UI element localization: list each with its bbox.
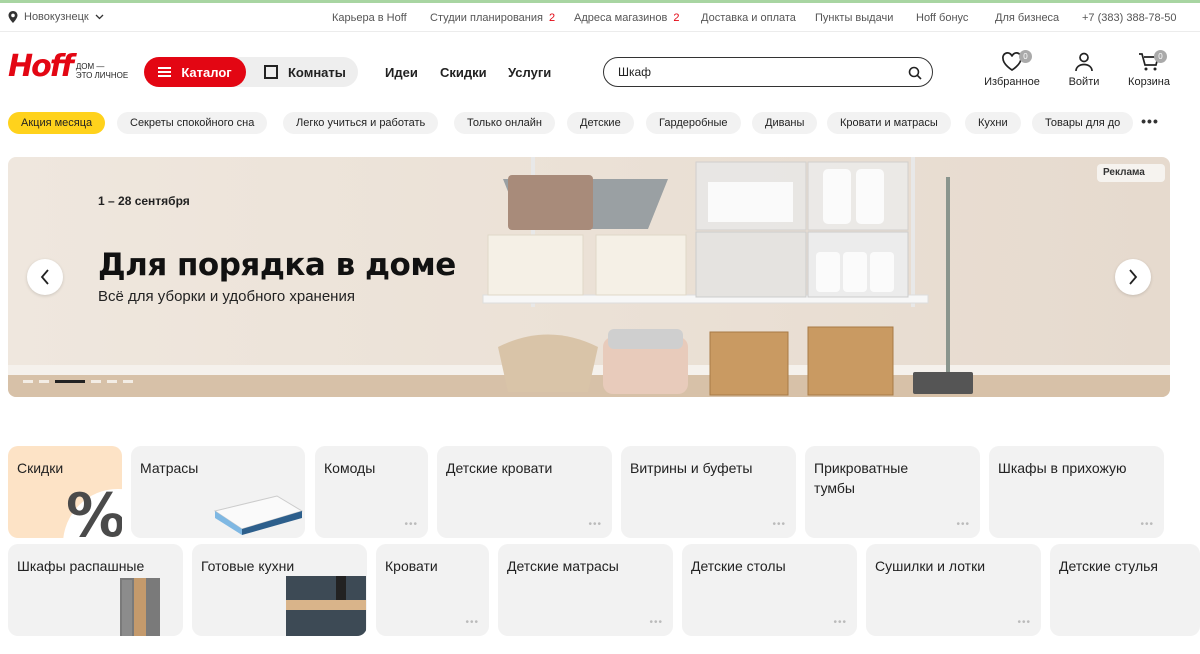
banner-subtitle: Всё для уборки и удобного хранения (98, 288, 355, 305)
category-kids-chairs[interactable]: Детские стулья (1050, 544, 1200, 636)
chip-study-work[interactable]: Легко учиться и работать (283, 112, 439, 134)
util-link-studios[interactable]: Студии планирования 2 (430, 12, 555, 24)
banner-pagination (23, 380, 133, 383)
chevron-left-icon (40, 269, 49, 285)
promo-chips-row: Акция месяца Секреты спокойного сна Легк… (0, 112, 1200, 134)
slide-dot[interactable] (91, 380, 101, 383)
location-pin-icon (8, 11, 18, 23)
loading-dots-icon: ••• (1140, 519, 1154, 530)
banner-title: Для порядка в доме (98, 247, 456, 283)
favorites-button[interactable]: 0 Избранное (977, 50, 1047, 88)
slide-dot[interactable] (123, 380, 133, 383)
slide-dot-active[interactable] (55, 380, 85, 383)
chip-home-goods[interactable]: Товары для до (1032, 112, 1134, 134)
ad-label: Реклама (1097, 164, 1165, 182)
slide-dot[interactable] (23, 380, 33, 383)
util-link-pickup-points[interactable]: Пункты выдачи (815, 12, 893, 24)
loading-dots-icon: ••• (956, 519, 970, 530)
rooms-icon (264, 65, 278, 79)
chip-sofas[interactable]: Диваны (752, 112, 818, 134)
category-dressers[interactable]: Комоды ••• (315, 446, 428, 538)
loading-dots-icon: ••• (649, 617, 663, 628)
category-kids-beds[interactable]: Детские кровати ••• (437, 446, 612, 538)
category-hallway-wardrobes[interactable]: Шкафы в прихожую ••• (989, 446, 1164, 538)
chip-month-promo[interactable]: Акция месяца (8, 112, 106, 134)
banner-prev-button[interactable] (27, 259, 63, 295)
phone-link[interactable]: +7 (383) 388-78-50 (1082, 12, 1176, 24)
user-icon (1075, 52, 1093, 72)
util-link-career[interactable]: Карьера в Hoff (332, 12, 407, 24)
menu-icon (158, 67, 172, 77)
util-link-delivery[interactable]: Доставка и оплата (701, 12, 796, 24)
nav-sales[interactable]: Скидки (440, 65, 487, 80)
nav-ideas[interactable]: Идеи (385, 65, 418, 80)
chip-online-only[interactable]: Только онлайн (454, 112, 555, 134)
search-box[interactable] (603, 57, 933, 87)
hoff-logo[interactable]: Hoff ДОМ — ЭТО ЛИЧНОЕ (8, 52, 128, 82)
util-link-stores[interactable]: Адреса магазинов 2 (574, 12, 679, 24)
category-nightstands[interactable]: Прикроватные тумбы ••• (805, 446, 980, 538)
category-kids-tables[interactable]: Детские столы ••• (682, 544, 857, 636)
mattress-thumbnail (213, 495, 304, 535)
category-sales[interactable]: Скидки % (8, 446, 122, 538)
slide-dot[interactable] (107, 380, 117, 383)
chip-kitchens[interactable]: Кухни (965, 112, 1021, 134)
category-swing-wardrobes[interactable]: Шкафы распашные (8, 544, 183, 636)
kitchen-thumbnail (286, 576, 366, 636)
loading-dots-icon: ••• (588, 519, 602, 530)
promo-banner[interactable]: 1 – 28 сентября Для порядка в доме Всё д… (8, 157, 1170, 397)
utility-bar: Новокузнецк Карьера в Hoff Студии планир… (0, 3, 1200, 32)
cart-count: 0 (1154, 50, 1167, 63)
chip-sleep-secrets[interactable]: Секреты спокойного сна (117, 112, 268, 134)
chevron-right-icon (1129, 269, 1138, 285)
chip-beds-mattresses[interactable]: Кровати и матрасы (827, 112, 951, 134)
chip-wardrobes[interactable]: Гардеробные (646, 112, 741, 134)
category-kids-mattresses[interactable]: Детские матрасы ••• (498, 544, 673, 636)
city-name: Новокузнецк (24, 11, 89, 23)
loading-dots-icon: ••• (465, 617, 479, 628)
loading-dots-icon: ••• (833, 617, 847, 628)
category-ready-kitchens[interactable]: Готовые кухни (192, 544, 367, 636)
banner-date: 1 – 28 сентября (98, 194, 190, 208)
loading-dots-icon: ••• (772, 519, 786, 530)
util-link-bonus[interactable]: Hoff бонус (916, 12, 968, 24)
city-selector[interactable]: Новокузнецк (8, 11, 104, 23)
svg-text:%: % (66, 481, 122, 538)
login-button[interactable]: Войти (1049, 52, 1119, 88)
category-dryers-trays[interactable]: Сушилки и лотки ••• (866, 544, 1041, 636)
slide-dot[interactable] (39, 380, 49, 383)
loading-dots-icon: ••• (404, 519, 418, 530)
logo-brand: Hoff (8, 49, 74, 84)
studios-count: 2 (548, 12, 556, 24)
search-icon[interactable] (908, 66, 922, 80)
util-link-business[interactable]: Для бизнеса (995, 12, 1059, 24)
wardrobe-thumbnail (120, 578, 160, 636)
more-chips-button[interactable]: ••• (1135, 112, 1165, 134)
category-showcases[interactable]: Витрины и буфеты ••• (621, 446, 796, 538)
chip-kids[interactable]: Детские (567, 112, 634, 134)
chevron-down-icon (95, 14, 104, 20)
percent-icon: % (63, 481, 122, 538)
loading-dots-icon: ••• (1017, 617, 1031, 628)
catalog-button[interactable]: Каталог (144, 57, 246, 87)
category-mattresses[interactable]: Матрасы (131, 446, 305, 538)
search-input[interactable] (618, 65, 898, 79)
favorites-count: 0 (1019, 50, 1032, 63)
stores-count: 2 (673, 12, 680, 24)
nav-services[interactable]: Услуги (508, 65, 551, 80)
cart-button[interactable]: 0 Корзина (1114, 50, 1184, 88)
category-beds[interactable]: Кровати ••• (376, 544, 489, 636)
banner-next-button[interactable] (1115, 259, 1151, 295)
logo-tagline: ДОМ — ЭТО ЛИЧНОЕ (75, 62, 129, 80)
